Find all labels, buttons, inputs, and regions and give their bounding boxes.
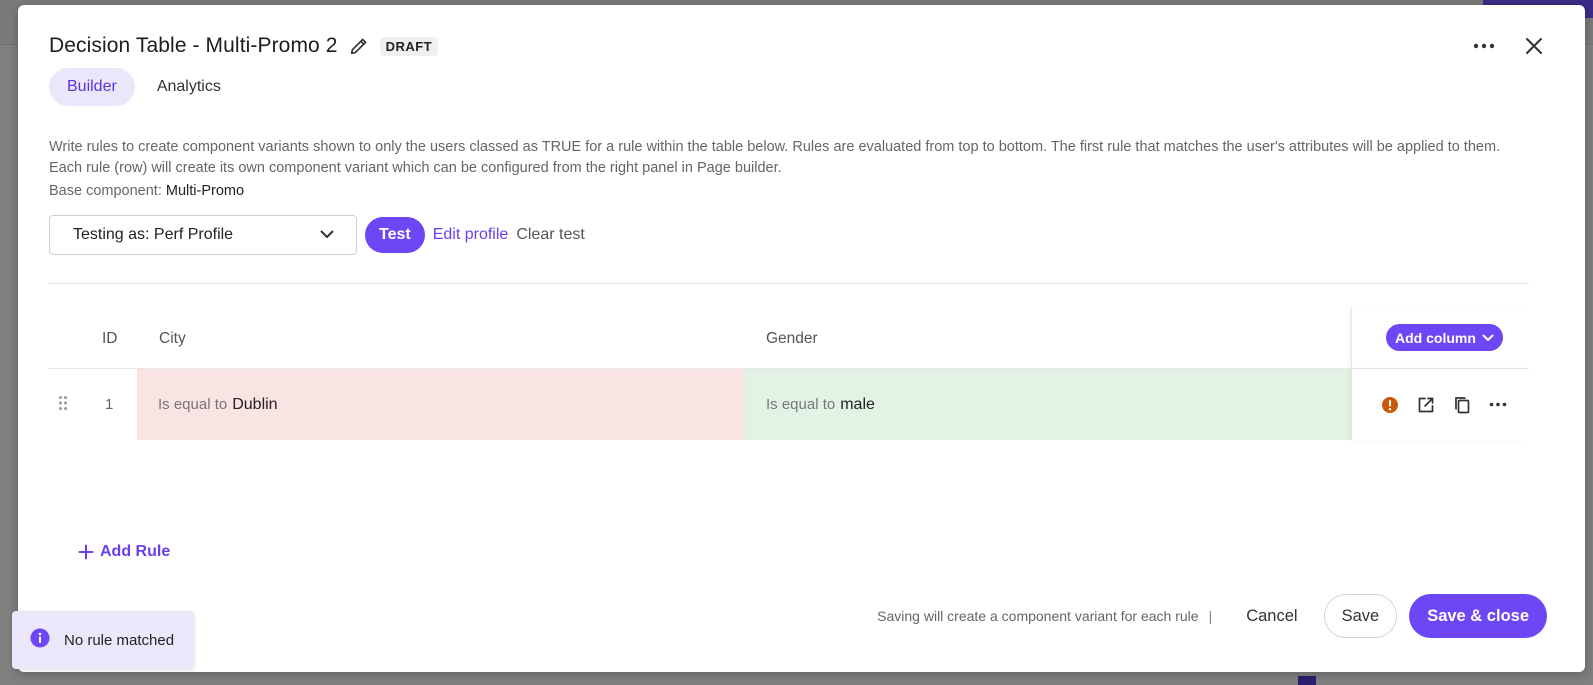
toast-message: No rule matched [64, 631, 175, 649]
chevron-down-icon [320, 226, 334, 244]
modal-footer: Saving will create a component variant f… [877, 594, 1547, 638]
column-header-gender[interactable]: Gender [766, 330, 818, 348]
column-header-city[interactable]: City [159, 330, 186, 348]
toast-notification: No rule matched [12, 611, 194, 669]
footer-separator: | [1208, 608, 1213, 624]
base-component-value: Multi-Promo [165, 183, 245, 199]
save-button[interactable]: Save [1323, 594, 1398, 638]
condition-operator: Is equal to [158, 396, 228, 413]
row-actions [1351, 369, 1529, 440]
modal-header: Decision Table - Multi-Promo 2 DRAFT [49, 31, 439, 61]
add-rule-button[interactable]: Add Rule [78, 543, 170, 561]
cancel-button[interactable]: Cancel [1232, 607, 1311, 626]
more-horizontal-icon[interactable] [1471, 33, 1497, 59]
tab-bar: Builder Analytics [49, 68, 239, 106]
close-icon[interactable] [1521, 33, 1547, 59]
condition-value: Dublin [232, 395, 278, 413]
tab-analytics[interactable]: Analytics [139, 68, 239, 106]
drag-handle-icon[interactable] [58, 395, 68, 416]
section-divider [49, 283, 1529, 284]
add-rule-label: Add Rule [100, 543, 171, 560]
copy-icon[interactable] [1450, 393, 1474, 417]
base-component-label: Base component: [49, 183, 162, 199]
pencil-icon[interactable] [348, 35, 370, 57]
modal-title: Decision Table - Multi-Promo 2 [49, 34, 338, 57]
chevron-down-icon [1482, 334, 1494, 341]
edit-profile-link[interactable]: Edit profile [433, 226, 509, 244]
footer-note: Saving will create a component variant f… [877, 608, 1199, 624]
add-column-button[interactable]: Add column [1386, 324, 1503, 351]
test-button[interactable]: Test [365, 217, 425, 253]
testing-profile-select[interactable]: Testing as: Perf Profile [49, 215, 357, 255]
column-header-id: ID [102, 330, 118, 347]
save-and-close-button[interactable]: Save & close [1409, 594, 1547, 638]
base-component: Base component: Multi-Promo [49, 183, 244, 199]
row-id: 1 [105, 396, 114, 413]
condition-operator: Is equal to [766, 396, 836, 413]
tab-builder[interactable]: Builder [49, 68, 135, 106]
testing-profile-value: Testing as: Perf Profile [73, 226, 234, 243]
actions-column-header: Add column [1351, 307, 1530, 368]
warning-icon[interactable] [1378, 393, 1402, 417]
background-square [1298, 676, 1316, 685]
description-text: Write rules to create component variants… [49, 139, 1501, 176]
condition-value: male [840, 395, 875, 413]
city-condition-cell[interactable]: Is equal to Dublin [137, 369, 745, 440]
add-column-label: Add column [1395, 329, 1476, 346]
header-actions [1471, 33, 1547, 59]
rules-table: ID City Gender Add column 1 Is equal to … [49, 307, 1529, 440]
table-header: ID City Gender Add column [49, 307, 1529, 369]
gender-condition-cell[interactable]: Is equal to male [745, 369, 1351, 440]
plus-icon [78, 544, 94, 560]
open-external-icon[interactable] [1414, 393, 1438, 417]
more-horizontal-icon[interactable] [1486, 393, 1510, 417]
test-controls: Testing as: Perf Profile Test Edit profi… [49, 215, 585, 255]
info-icon [30, 628, 50, 653]
decision-table-modal: Decision Table - Multi-Promo 2 DRAFT Bui… [18, 5, 1585, 672]
table-row: 1 Is equal to Dublin Is equal to male [49, 369, 1529, 440]
clear-test-link[interactable]: Clear test [516, 226, 584, 244]
status-badge: DRAFT [379, 36, 439, 56]
